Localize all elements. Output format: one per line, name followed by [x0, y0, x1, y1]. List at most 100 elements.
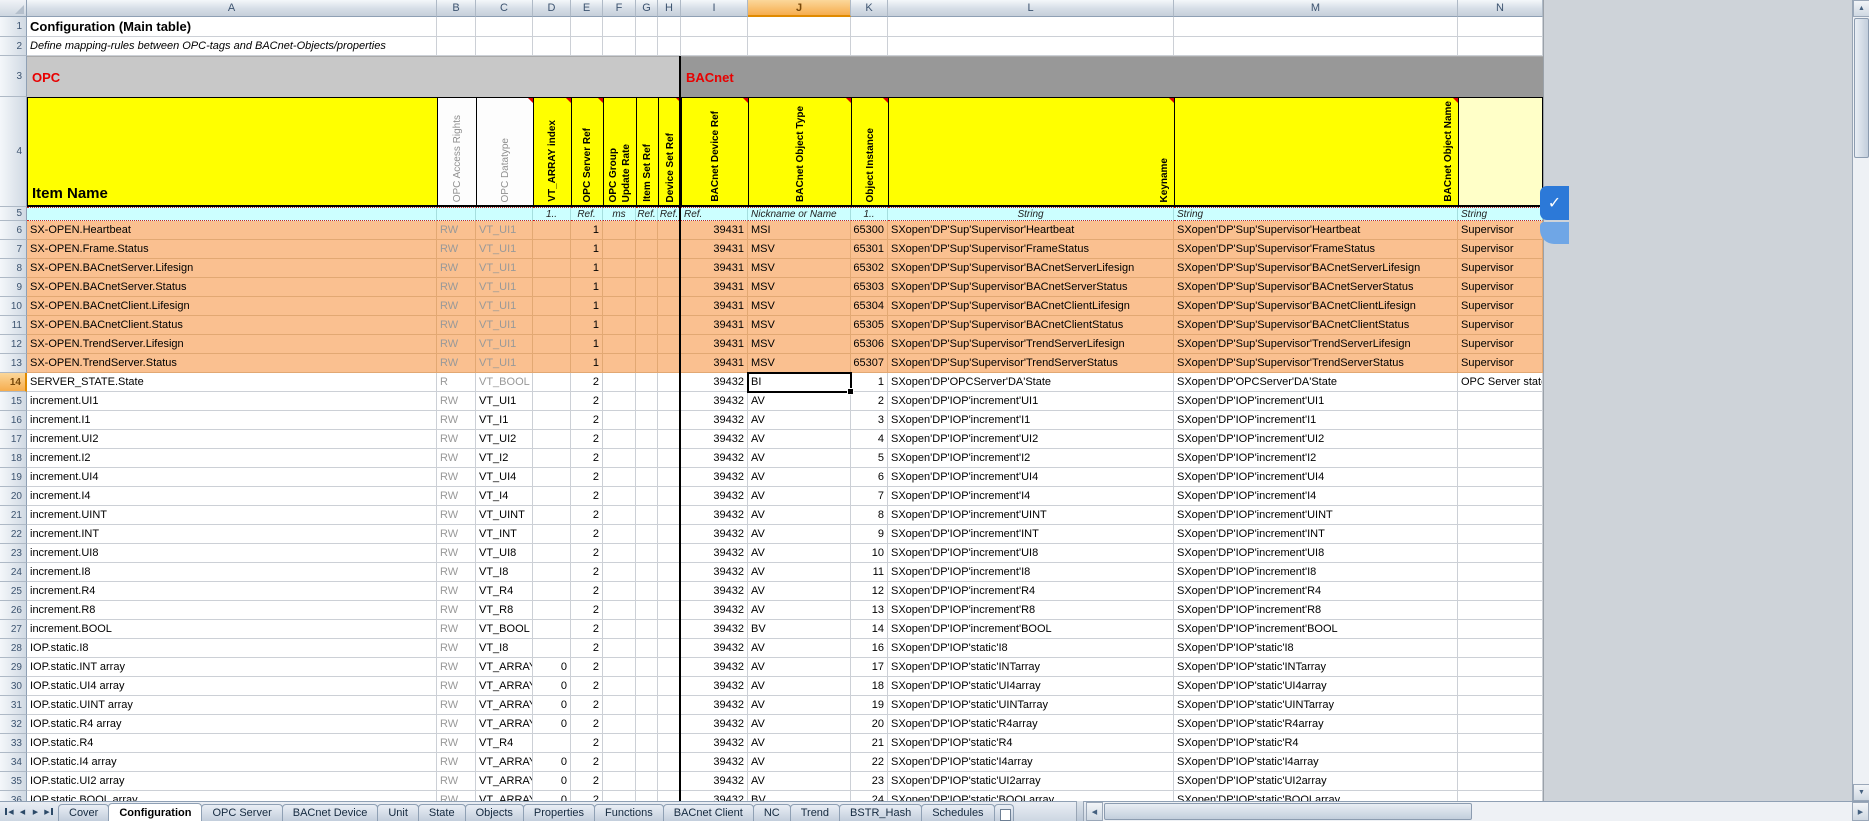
cell-F19[interactable] — [603, 468, 636, 487]
row-header-15[interactable]: 15 — [0, 392, 27, 411]
cell-A30[interactable]: IOP.static.UI4 array — [27, 677, 437, 696]
scroll-down-button[interactable]: ▼ — [1853, 784, 1869, 801]
cell-M2[interactable] — [1174, 37, 1458, 56]
tab-split-handle[interactable] — [1076, 801, 1084, 821]
cell-N17[interactable] — [1458, 430, 1543, 449]
scroll-right-button[interactable]: ▶ — [1852, 802, 1869, 821]
subheader-J[interactable]: Nickname or Name — [748, 207, 851, 221]
cell-C30[interactable]: VT_ARRAY — [476, 677, 533, 696]
row-header-13[interactable]: 13 — [0, 354, 27, 373]
cell-K9[interactable]: 65303 — [851, 278, 888, 297]
cell-L15[interactable]: SXopen'DP'IOP'increment'UI1 — [888, 392, 1174, 411]
cell-B33[interactable]: RW — [437, 734, 476, 753]
cell-L21[interactable]: SXopen'DP'IOP'increment'UINT — [888, 506, 1174, 525]
cell-M27[interactable]: SXopen'DP'IOP'increment'BOOL — [1174, 620, 1458, 639]
cell-C24[interactable]: VT_I8 — [476, 563, 533, 582]
tab-nav-next-sheet-button[interactable]: ▶ — [29, 802, 42, 821]
cell-E21[interactable]: 2 — [571, 506, 603, 525]
cell-N29[interactable] — [1458, 658, 1543, 677]
cell-L13[interactable]: SXopen'DP'Sup'Supervisor'TrendServerStat… — [888, 354, 1174, 373]
cell-M28[interactable]: SXopen'DP'IOP'static'I8 — [1174, 639, 1458, 658]
vertical-scrollbar[interactable]: ▲ ▼ — [1852, 0, 1869, 801]
cell-L12[interactable]: SXopen'DP'Sup'Supervisor'TrendServerLife… — [888, 335, 1174, 354]
sheet-tab-configuration[interactable]: Configuration — [108, 803, 202, 821]
cell-F11[interactable] — [603, 316, 636, 335]
cell-K16[interactable]: 3 — [851, 411, 888, 430]
cell-J31[interactable]: AV — [748, 696, 851, 715]
column-header-label-M[interactable]: BACnet Object Name — [1174, 97, 1458, 207]
cell-H10[interactable] — [658, 297, 681, 316]
cell-K15[interactable]: 2 — [851, 392, 888, 411]
cell-N23[interactable] — [1458, 544, 1543, 563]
cell-N21[interactable] — [1458, 506, 1543, 525]
row-header-20[interactable]: 20 — [0, 487, 27, 506]
cell-B26[interactable]: RW — [437, 601, 476, 620]
cell-J27[interactable]: BV — [748, 620, 851, 639]
sheet-tab-nc[interactable]: NC — [753, 804, 791, 821]
cell-C15[interactable]: VT_UI1 — [476, 392, 533, 411]
cell-I30[interactable]: 39432 — [681, 677, 748, 696]
cell-F26[interactable] — [603, 601, 636, 620]
column-header-label-E[interactable]: OPC Server Ref — [571, 97, 603, 207]
cell-M22[interactable]: SXopen'DP'IOP'increment'INT — [1174, 525, 1458, 544]
cell-C28[interactable]: VT_I8 — [476, 639, 533, 658]
cell-L24[interactable]: SXopen'DP'IOP'increment'I8 — [888, 563, 1174, 582]
cell-L19[interactable]: SXopen'DP'IOP'increment'UI4 — [888, 468, 1174, 487]
column-header-label-I[interactable]: BACnet Device Ref — [681, 97, 748, 207]
header-item-name[interactable]: Item Name — [27, 97, 437, 207]
cell-A32[interactable]: IOP.static.R4 array — [27, 715, 437, 734]
cell-H34[interactable] — [658, 753, 681, 772]
cell-H15[interactable] — [658, 392, 681, 411]
row-header-25[interactable]: 25 — [0, 582, 27, 601]
cell-J12[interactable]: MSV — [748, 335, 851, 354]
cell-L25[interactable]: SXopen'DP'IOP'increment'R4 — [888, 582, 1174, 601]
cell-A34[interactable]: IOP.static.I4 array — [27, 753, 437, 772]
cell-D23[interactable] — [533, 544, 571, 563]
cell-H21[interactable] — [658, 506, 681, 525]
column-header-C[interactable]: C — [476, 0, 533, 17]
cell-C14[interactable]: VT_BOOL — [476, 373, 533, 392]
cell-G11[interactable] — [636, 316, 658, 335]
cell-E23[interactable]: 2 — [571, 544, 603, 563]
cell-L31[interactable]: SXopen'DP'IOP'static'UINTarray — [888, 696, 1174, 715]
cell-D32[interactable]: 0 — [533, 715, 571, 734]
cell-A33[interactable]: IOP.static.R4 — [27, 734, 437, 753]
cell-F8[interactable] — [603, 259, 636, 278]
cell-M32[interactable]: SXopen'DP'IOP'static'R4array — [1174, 715, 1458, 734]
cell-I19[interactable]: 39432 — [681, 468, 748, 487]
cell-H30[interactable] — [658, 677, 681, 696]
cell-B29[interactable]: RW — [437, 658, 476, 677]
cell-H2[interactable] — [658, 37, 681, 56]
cell-G12[interactable] — [636, 335, 658, 354]
cell-C32[interactable]: VT_ARRAY — [476, 715, 533, 734]
cell-K24[interactable]: 11 — [851, 563, 888, 582]
cell-A29[interactable]: IOP.static.INT array — [27, 658, 437, 677]
cell-K6[interactable]: 65300 — [851, 221, 888, 240]
cell-K35[interactable]: 23 — [851, 772, 888, 791]
row-header-28[interactable]: 28 — [0, 639, 27, 658]
cell-F15[interactable] — [603, 392, 636, 411]
cell-G1[interactable] — [636, 17, 658, 37]
cell-K2[interactable] — [851, 37, 888, 56]
cell-B13[interactable]: RW — [437, 354, 476, 373]
cell-N2[interactable] — [1458, 37, 1543, 56]
row-header-6[interactable]: 6 — [0, 221, 27, 240]
cell-I24[interactable]: 39432 — [681, 563, 748, 582]
cell-D9[interactable] — [533, 278, 571, 297]
cell-A2[interactable]: Define mapping-rules between OPC-tags an… — [27, 37, 437, 56]
cell-G17[interactable] — [636, 430, 658, 449]
cell-F9[interactable] — [603, 278, 636, 297]
subheader-H[interactable]: Ref. — [658, 207, 681, 221]
column-header-label-F[interactable]: OPC GroupUpdate Rate — [603, 97, 636, 207]
cell-F29[interactable] — [603, 658, 636, 677]
cell-I12[interactable]: 39431 — [681, 335, 748, 354]
cell-M36[interactable]: SXopen'DP'IOP'static'BOOLarray — [1174, 791, 1458, 801]
cell-H26[interactable] — [658, 601, 681, 620]
cell-J19[interactable]: AV — [748, 468, 851, 487]
cell-G14[interactable] — [636, 373, 658, 392]
cell-J34[interactable]: AV — [748, 753, 851, 772]
cell-M11[interactable]: SXopen'DP'Sup'Supervisor'BACnetClientSta… — [1174, 316, 1458, 335]
cell-M13[interactable]: SXopen'DP'Sup'Supervisor'TrendServerStat… — [1174, 354, 1458, 373]
cell-N11[interactable]: Supervisor — [1458, 316, 1543, 335]
overlay-tab[interactable] — [1540, 222, 1569, 244]
